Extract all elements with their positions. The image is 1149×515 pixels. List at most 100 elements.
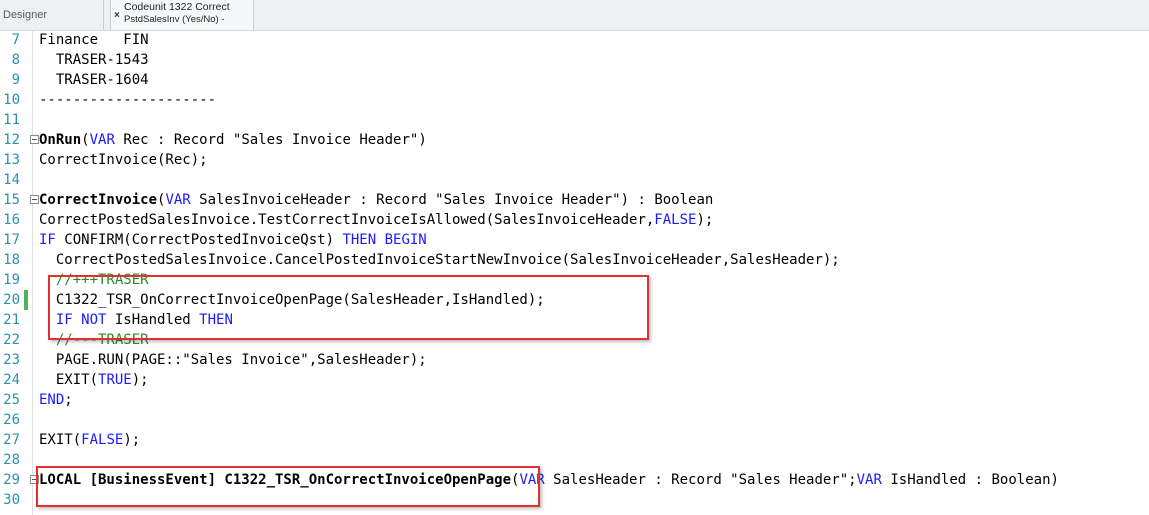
- code-token: CorrectPostedSalesInvoice.CancelPostedIn…: [39, 252, 840, 268]
- code-line[interactable]: 7 Finance FIN: [0, 30, 1149, 50]
- line-number: 29: [3, 472, 20, 488]
- code-token: Rec : Record "Sales Invoice Header"): [114, 132, 427, 148]
- code-token: LOCAL [BusinessEvent] C1322_TSR_OnCorrec…: [39, 472, 512, 488]
- code-line[interactable]: 20 C1322_TSR_OnCorrectInvoiceOpenPage(Sa…: [0, 290, 1149, 310]
- code-token: EXIT(: [39, 372, 99, 388]
- code-text: EXIT(FALSE);: [39, 430, 140, 450]
- code-token: VAR: [89, 132, 115, 148]
- tab-title-line2: PstdSalesInv (Yes/No) -: [124, 14, 225, 25]
- code-line[interactable]: 10 ---------------------: [0, 90, 1149, 110]
- code-line[interactable]: 23 PAGE.RUN(PAGE::"Sales Invoice",SalesH…: [0, 350, 1149, 370]
- code-token: FALSE: [81, 432, 124, 448]
- code-line[interactable]: 8 TRASER-1543: [0, 50, 1149, 70]
- code-token: THEN: [199, 312, 233, 328]
- collapse-icon[interactable]: [30, 475, 39, 484]
- code-text: TRASER-1604: [39, 70, 149, 90]
- code-line[interactable]: 28: [0, 450, 1149, 470]
- change-marker: [24, 290, 28, 310]
- code-token: ;: [64, 392, 73, 408]
- line-number: 16: [3, 212, 20, 228]
- code-line[interactable]: 16 CorrectPostedSalesInvoice.TestCorrectI…: [0, 210, 1149, 230]
- code-text: CorrectInvoice(VAR SalesInvoiceHeader : …: [39, 190, 713, 210]
- line-number: 20: [3, 292, 20, 308]
- line-number: 30: [3, 492, 20, 508]
- code-text: LOCAL [BusinessEvent] C1322_TSR_OnCorrec…: [39, 470, 1059, 490]
- code-token: ---------------------: [39, 92, 217, 108]
- code-text: //+++TRASER: [39, 270, 149, 290]
- code-line[interactable]: 29 LOCAL [BusinessEvent] C1322_TSR_OnCorr…: [0, 470, 1149, 490]
- code-token: Finance FIN: [39, 32, 149, 48]
- line-number: 10: [3, 92, 20, 108]
- code-line[interactable]: 21 IF NOT IsHandled THEN: [0, 310, 1149, 330]
- line-number: 12: [3, 132, 20, 148]
- code-line[interactable]: 25 END;: [0, 390, 1149, 410]
- code-line[interactable]: 13 CorrectInvoice(Rec);: [0, 150, 1149, 170]
- code-token: THEN BEGIN: [342, 232, 427, 248]
- code-line[interactable]: 19 //+++TRASER: [0, 270, 1149, 290]
- code-text: PAGE.RUN(PAGE::"Sales Invoice",SalesHead…: [39, 350, 427, 370]
- code-token: EXIT(: [39, 432, 82, 448]
- line-number: 27: [3, 432, 20, 448]
- code-token: OnRun: [39, 132, 82, 148]
- code-text: Finance FIN: [39, 30, 149, 50]
- line-number: 14: [3, 172, 20, 188]
- code-line[interactable]: 9 TRASER-1604: [0, 70, 1149, 90]
- code-token: (: [81, 132, 90, 148]
- code-token: IF: [39, 232, 56, 248]
- line-number: 15: [3, 192, 20, 208]
- line-number: 8: [11, 52, 20, 68]
- line-number: 9: [11, 72, 20, 88]
- line-number: 18: [3, 252, 20, 268]
- code-text: CorrectPostedSalesInvoice.TestCorrectInv…: [39, 210, 713, 230]
- code-line[interactable]: 26: [0, 410, 1149, 430]
- code-editor[interactable]: 7 Finance FIN 8 TRASER-1543 9 TRASER-1604 10…: [0, 30, 1149, 515]
- code-token: FALSE: [654, 212, 697, 228]
- code-token: );: [696, 212, 714, 228]
- code-token: );: [131, 372, 149, 388]
- code-line[interactable]: 17 IF CONFIRM(CorrectPostedInvoiceQst) TH…: [0, 230, 1149, 250]
- code-line[interactable]: 22 //---TRASER: [0, 330, 1149, 350]
- code-token: //+++TRASER: [39, 272, 149, 288]
- tab-codeunit-1322[interactable]: × Codeunit 1322 Correct PstdSalesInv (Ye…: [110, 0, 254, 30]
- collapse-icon[interactable]: [30, 195, 39, 204]
- code-line[interactable]: 24 EXIT(TRUE);: [0, 370, 1149, 390]
- code-line[interactable]: 14: [0, 170, 1149, 190]
- line-number: 21: [3, 312, 20, 328]
- line-number: 22: [3, 332, 20, 348]
- code-line[interactable]: 30: [0, 490, 1149, 510]
- code-token: IF NOT: [55, 312, 107, 328]
- code-text: //---TRASER: [39, 330, 149, 350]
- close-icon[interactable]: ×: [114, 10, 120, 21]
- code-text: OnRun(VAR Rec : Record "Sales Invoice He…: [39, 130, 427, 150]
- code-text: END;: [39, 390, 73, 410]
- tab-bar: Designer × Codeunit 1322 Correct PstdSal…: [0, 0, 1149, 31]
- code-token: //---TRASER: [39, 332, 149, 348]
- line-number: 24: [3, 372, 20, 388]
- line-number: 7: [11, 32, 20, 48]
- collapse-icon[interactable]: [30, 135, 39, 144]
- code-text: IF CONFIRM(CorrectPostedInvoiceQst) THEN…: [39, 230, 427, 250]
- code-line[interactable]: 18 CorrectPostedSalesInvoice.CancelPoste…: [0, 250, 1149, 270]
- line-number: 13: [3, 152, 20, 168]
- code-text: IF NOT IsHandled THEN: [39, 310, 233, 330]
- code-token: CorrectPostedSalesInvoice.TestCorrectInv…: [39, 212, 655, 228]
- code-token: SalesHeader : Record "Sales Header";: [544, 472, 857, 488]
- code-text: C1322_TSR_OnCorrectInvoiceOpenPage(Sales…: [39, 290, 545, 310]
- code-line[interactable]: 11: [0, 110, 1149, 130]
- tab-title-line1: Codeunit 1322 Correct: [124, 1, 230, 13]
- code-token: IsHandled : Boolean): [881, 472, 1059, 488]
- tab-designer[interactable]: Designer: [0, 0, 104, 30]
- code-text: TRASER-1543: [39, 50, 149, 70]
- code-token: PAGE.RUN(PAGE::"Sales Invoice",SalesHead…: [39, 352, 427, 368]
- code-token: CorrectInvoice(Rec);: [39, 152, 208, 168]
- line-number: 28: [3, 452, 20, 468]
- code-line[interactable]: 15 CorrectInvoice(VAR SalesInvoiceHeader …: [0, 190, 1149, 210]
- code-text: CorrectPostedSalesInvoice.CancelPostedIn…: [39, 250, 840, 270]
- code-token: TRASER-1543: [39, 52, 149, 68]
- code-line[interactable]: 12 OnRun(VAR Rec : Record "Sales Invoice …: [0, 130, 1149, 150]
- code-token: VAR: [165, 192, 191, 208]
- code-token: CorrectInvoice: [39, 192, 158, 208]
- line-number: 17: [3, 232, 20, 248]
- code-token: C1322_TSR_OnCorrectInvoiceOpenPage(Sales…: [39, 292, 545, 308]
- code-line[interactable]: 27 EXIT(FALSE);: [0, 430, 1149, 450]
